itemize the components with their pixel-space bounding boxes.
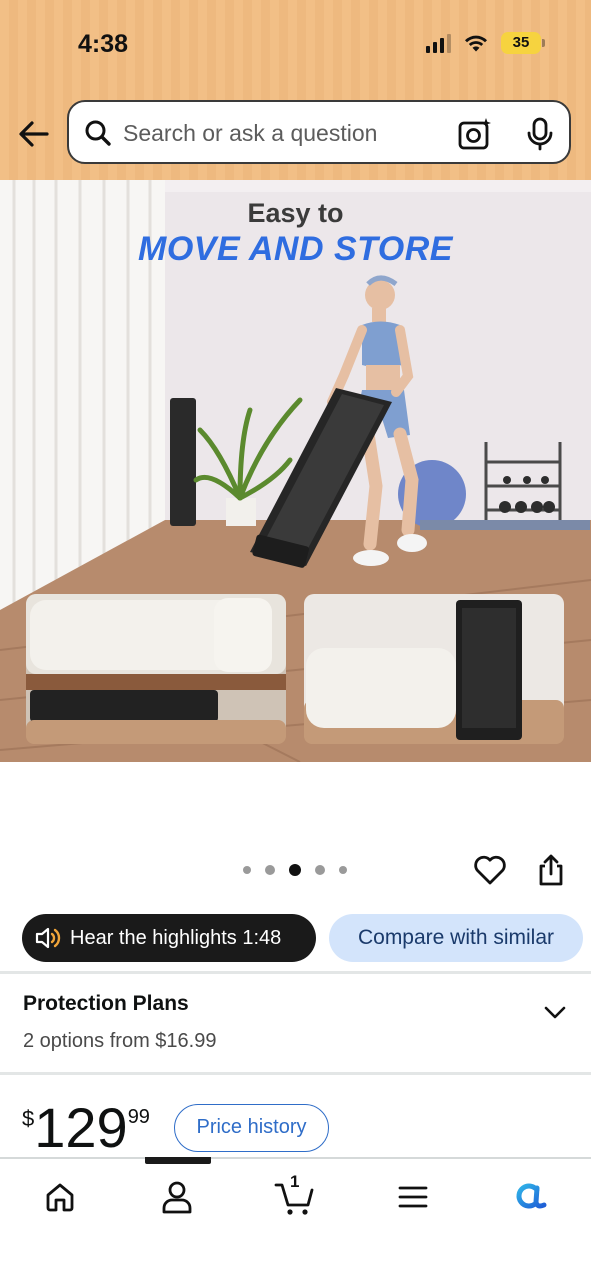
price-whole: 129	[34, 1096, 128, 1159]
product-price: $ 129 99	[22, 1098, 150, 1158]
carousel-dot-active[interactable]	[289, 864, 301, 876]
back-arrow-icon[interactable]	[14, 114, 54, 154]
image-headline-2: MOVE AND STORE	[138, 230, 453, 268]
price-history-button[interactable]: Price history	[174, 1104, 329, 1152]
bottom-navigation: 1	[0, 1157, 591, 1280]
rufus-icon	[516, 1183, 547, 1209]
microphone-icon[interactable]	[523, 116, 557, 152]
nav-cart[interactable]: 1	[270, 1172, 320, 1219]
search-input[interactable]	[123, 118, 443, 148]
divider	[0, 1072, 591, 1075]
cellular-signal-icon	[426, 33, 451, 53]
search-bar[interactable]	[67, 100, 571, 164]
price-symbol: $	[22, 1106, 35, 1131]
carousel-dot[interactable]	[265, 865, 275, 875]
nav-rufus[interactable]	[505, 1175, 555, 1219]
nav-home[interactable]	[35, 1175, 85, 1219]
protection-plans-section[interactable]: Protection Plans 2 options from $16.99	[0, 976, 591, 1072]
status-time: 4:38	[78, 30, 129, 58]
product-image[interactable]: Easy to MOVE AND STORE	[0, 180, 591, 762]
image-headline-1: Easy to	[247, 198, 344, 228]
menu-icon	[398, 1186, 428, 1208]
carousel-indicator[interactable]	[243, 864, 347, 876]
home-icon	[46, 1183, 74, 1212]
hear-highlights-button[interactable]: Hear the highlights 1:48	[22, 914, 316, 962]
price-fraction: 99	[127, 1106, 150, 1128]
speaker-icon	[35, 927, 61, 949]
battery-indicator: 35	[501, 32, 545, 54]
compare-with-similar-button[interactable]: Compare with similar	[329, 914, 583, 962]
heart-icon[interactable]	[472, 852, 508, 888]
nav-menu[interactable]	[388, 1175, 438, 1219]
hear-highlights-label: Hear the highlights 1:48	[70, 926, 282, 949]
protection-plans-title: Protection Plans	[23, 992, 189, 1015]
app-header: 4:38 35	[0, 0, 591, 180]
divider	[0, 971, 591, 974]
protection-plans-subtitle: 2 options from $16.99	[23, 1030, 217, 1052]
camera-lens-icon[interactable]	[457, 116, 493, 152]
status-icons: 35	[426, 32, 545, 54]
carousel-dot[interactable]	[243, 866, 251, 874]
account-icon	[162, 1181, 192, 1214]
carousel-dot[interactable]	[339, 866, 347, 874]
share-icon[interactable]	[534, 852, 568, 888]
carousel-dot[interactable]	[315, 865, 325, 875]
wifi-icon	[465, 35, 487, 52]
nav-account[interactable]	[152, 1175, 202, 1219]
cart-count: 1	[290, 1172, 300, 1191]
nav-active-indicator	[145, 1157, 211, 1164]
search-icon	[85, 120, 111, 146]
chevron-down-icon[interactable]	[541, 1000, 569, 1024]
